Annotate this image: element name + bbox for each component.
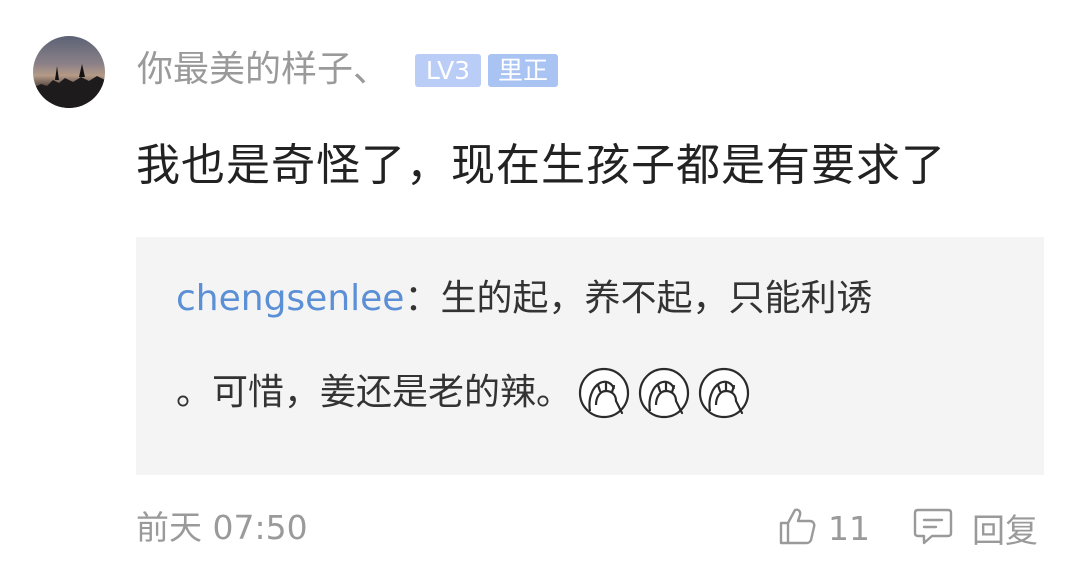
quote-text-1: 生的起，养不起，只能利诱: [440, 278, 873, 319]
level-badge: LV3: [415, 54, 481, 87]
thumbs-up-icon: [776, 505, 818, 551]
username[interactable]: 你最美的样子、: [137, 46, 389, 94]
comment-bubble-icon: [912, 505, 954, 551]
like-button[interactable]: 11: [776, 505, 870, 551]
quoted-reply[interactable]: chengsenlee：生的起，养不起，只能利诱 。可惜，姜还是老的辣。: [136, 237, 1044, 475]
facepalm-emoji: [576, 365, 632, 421]
quote-line-1: chengsenlee：生的起，养不起，只能利诱: [176, 275, 872, 323]
comment-timestamp: 前天 07:50: [136, 508, 308, 547]
reply-button[interactable]: 回复: [912, 505, 1038, 551]
comment-item: 你最美的样子、 LV3 里正 我也是奇怪了，现在生孩子都是有要求了 chengs…: [0, 0, 1080, 583]
quote-line-2: 。可惜，姜还是老的辣。: [176, 365, 752, 421]
quote-text-2: 。可惜，姜还是老的辣。: [176, 372, 573, 413]
facepalm-emoji: [636, 365, 692, 421]
like-count: 11: [828, 508, 870, 548]
comment-text: 我也是奇怪了，现在生孩子都是有要求了: [136, 140, 946, 191]
facepalm-emoji: [696, 365, 752, 421]
reply-label: 回复: [972, 511, 1038, 550]
avatar[interactable]: [33, 36, 105, 108]
quote-author-link[interactable]: chengsenlee: [176, 278, 404, 319]
title-badge: 里正: [488, 54, 558, 87]
quote-separator: ：: [404, 278, 441, 319]
